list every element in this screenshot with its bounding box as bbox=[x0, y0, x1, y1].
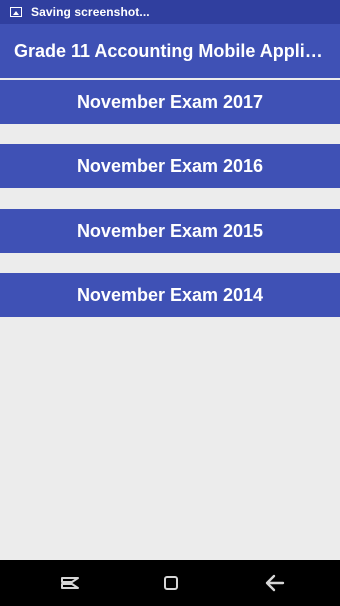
recents-icon[interactable] bbox=[58, 574, 82, 592]
status-bar: Saving screenshot... bbox=[0, 0, 340, 24]
app-bar: Grade 11 Accounting Mobile Application bbox=[0, 24, 340, 78]
app-title: Grade 11 Accounting Mobile Application bbox=[14, 40, 326, 61]
exam-button-2014[interactable]: November Exam 2014 bbox=[0, 273, 340, 317]
navigation-bar bbox=[0, 560, 340, 606]
status-notification-text: Saving screenshot... bbox=[31, 5, 150, 19]
exam-button-2016[interactable]: November Exam 2016 bbox=[0, 144, 340, 188]
exam-button-2017[interactable]: November Exam 2017 bbox=[0, 80, 340, 124]
exam-button-2015[interactable]: November Exam 2015 bbox=[0, 209, 340, 253]
home-icon[interactable] bbox=[163, 575, 179, 591]
image-icon bbox=[10, 7, 22, 17]
back-arrow-icon[interactable] bbox=[263, 573, 285, 593]
